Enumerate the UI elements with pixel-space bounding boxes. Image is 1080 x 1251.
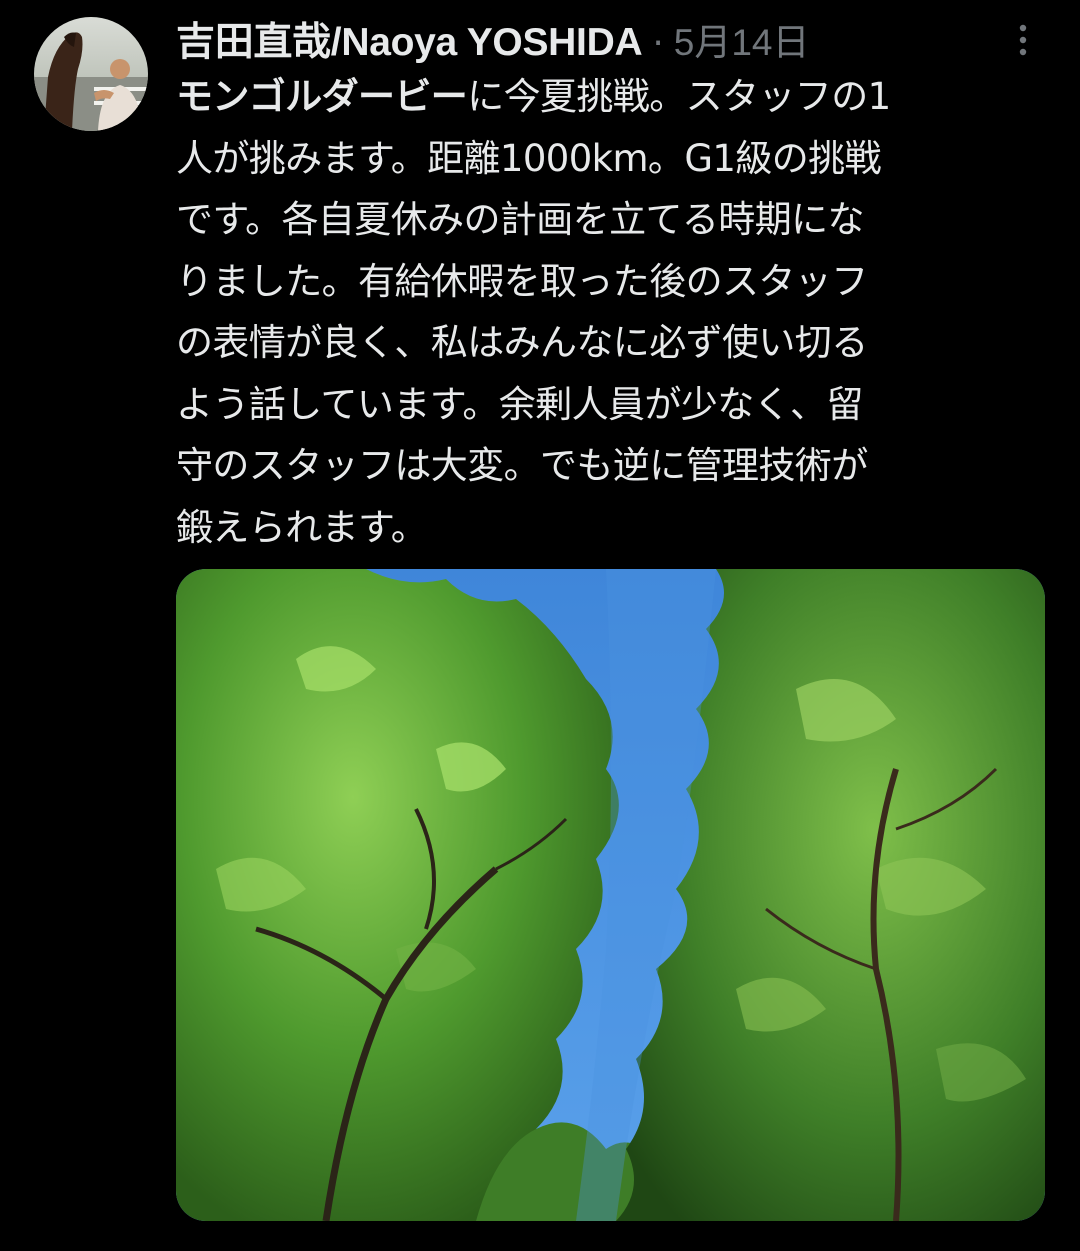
tweet-text-line: りました。有給休暇を取った後のスタッフ <box>176 259 868 303</box>
header-separator: · <box>652 22 664 64</box>
tweet-text-line: 鍛えられます。 <box>176 505 428 549</box>
author-display-name[interactable]: 吉田直哉/Naoya YOSHIDA <box>176 11 643 67</box>
tweet-header: 吉田直哉/Naoya YOSHIDA · 5月14日 <box>176 12 810 66</box>
more-vertical-icon[interactable] <box>1005 18 1041 62</box>
tweet[interactable]: 吉田直哉/Naoya YOSHIDA · 5月14日 モンゴルダービーに今夏挑戦… <box>0 0 1080 1251</box>
tweet-text: モンゴルダービーに今夏挑戦。スタッフの1 人が挑みます。距離1000km。G1級… <box>176 66 1036 558</box>
tweet-text-line: モンゴルダービーに今夏挑戦。スタッフの1 <box>176 66 1036 128</box>
tweet-text-line: の表情が良く、私はみんなに必ず使い切る <box>176 321 868 364</box>
tweet-date[interactable]: 5月14日 <box>674 12 810 66</box>
tweet-text-line: です。各自夏休みの計画を立てる時期にな <box>176 198 865 241</box>
tweet-text-line: 守のスタッフは大変。でも逆に管理技術が <box>176 444 868 487</box>
tweet-photo[interactable] <box>176 569 1045 1221</box>
tweet-text-segment: に今夏挑戦。スタッフの1 <box>467 75 891 118</box>
tweet-text-line: よう話しています。余剰人員が少なく、留 <box>176 382 863 426</box>
tweet-text-bold-term: モンゴルダービー <box>176 75 468 118</box>
tweet-text-line: 人が挑みます。距離1000km。G1級の挑戦 <box>176 136 882 180</box>
avatar[interactable] <box>34 17 148 131</box>
